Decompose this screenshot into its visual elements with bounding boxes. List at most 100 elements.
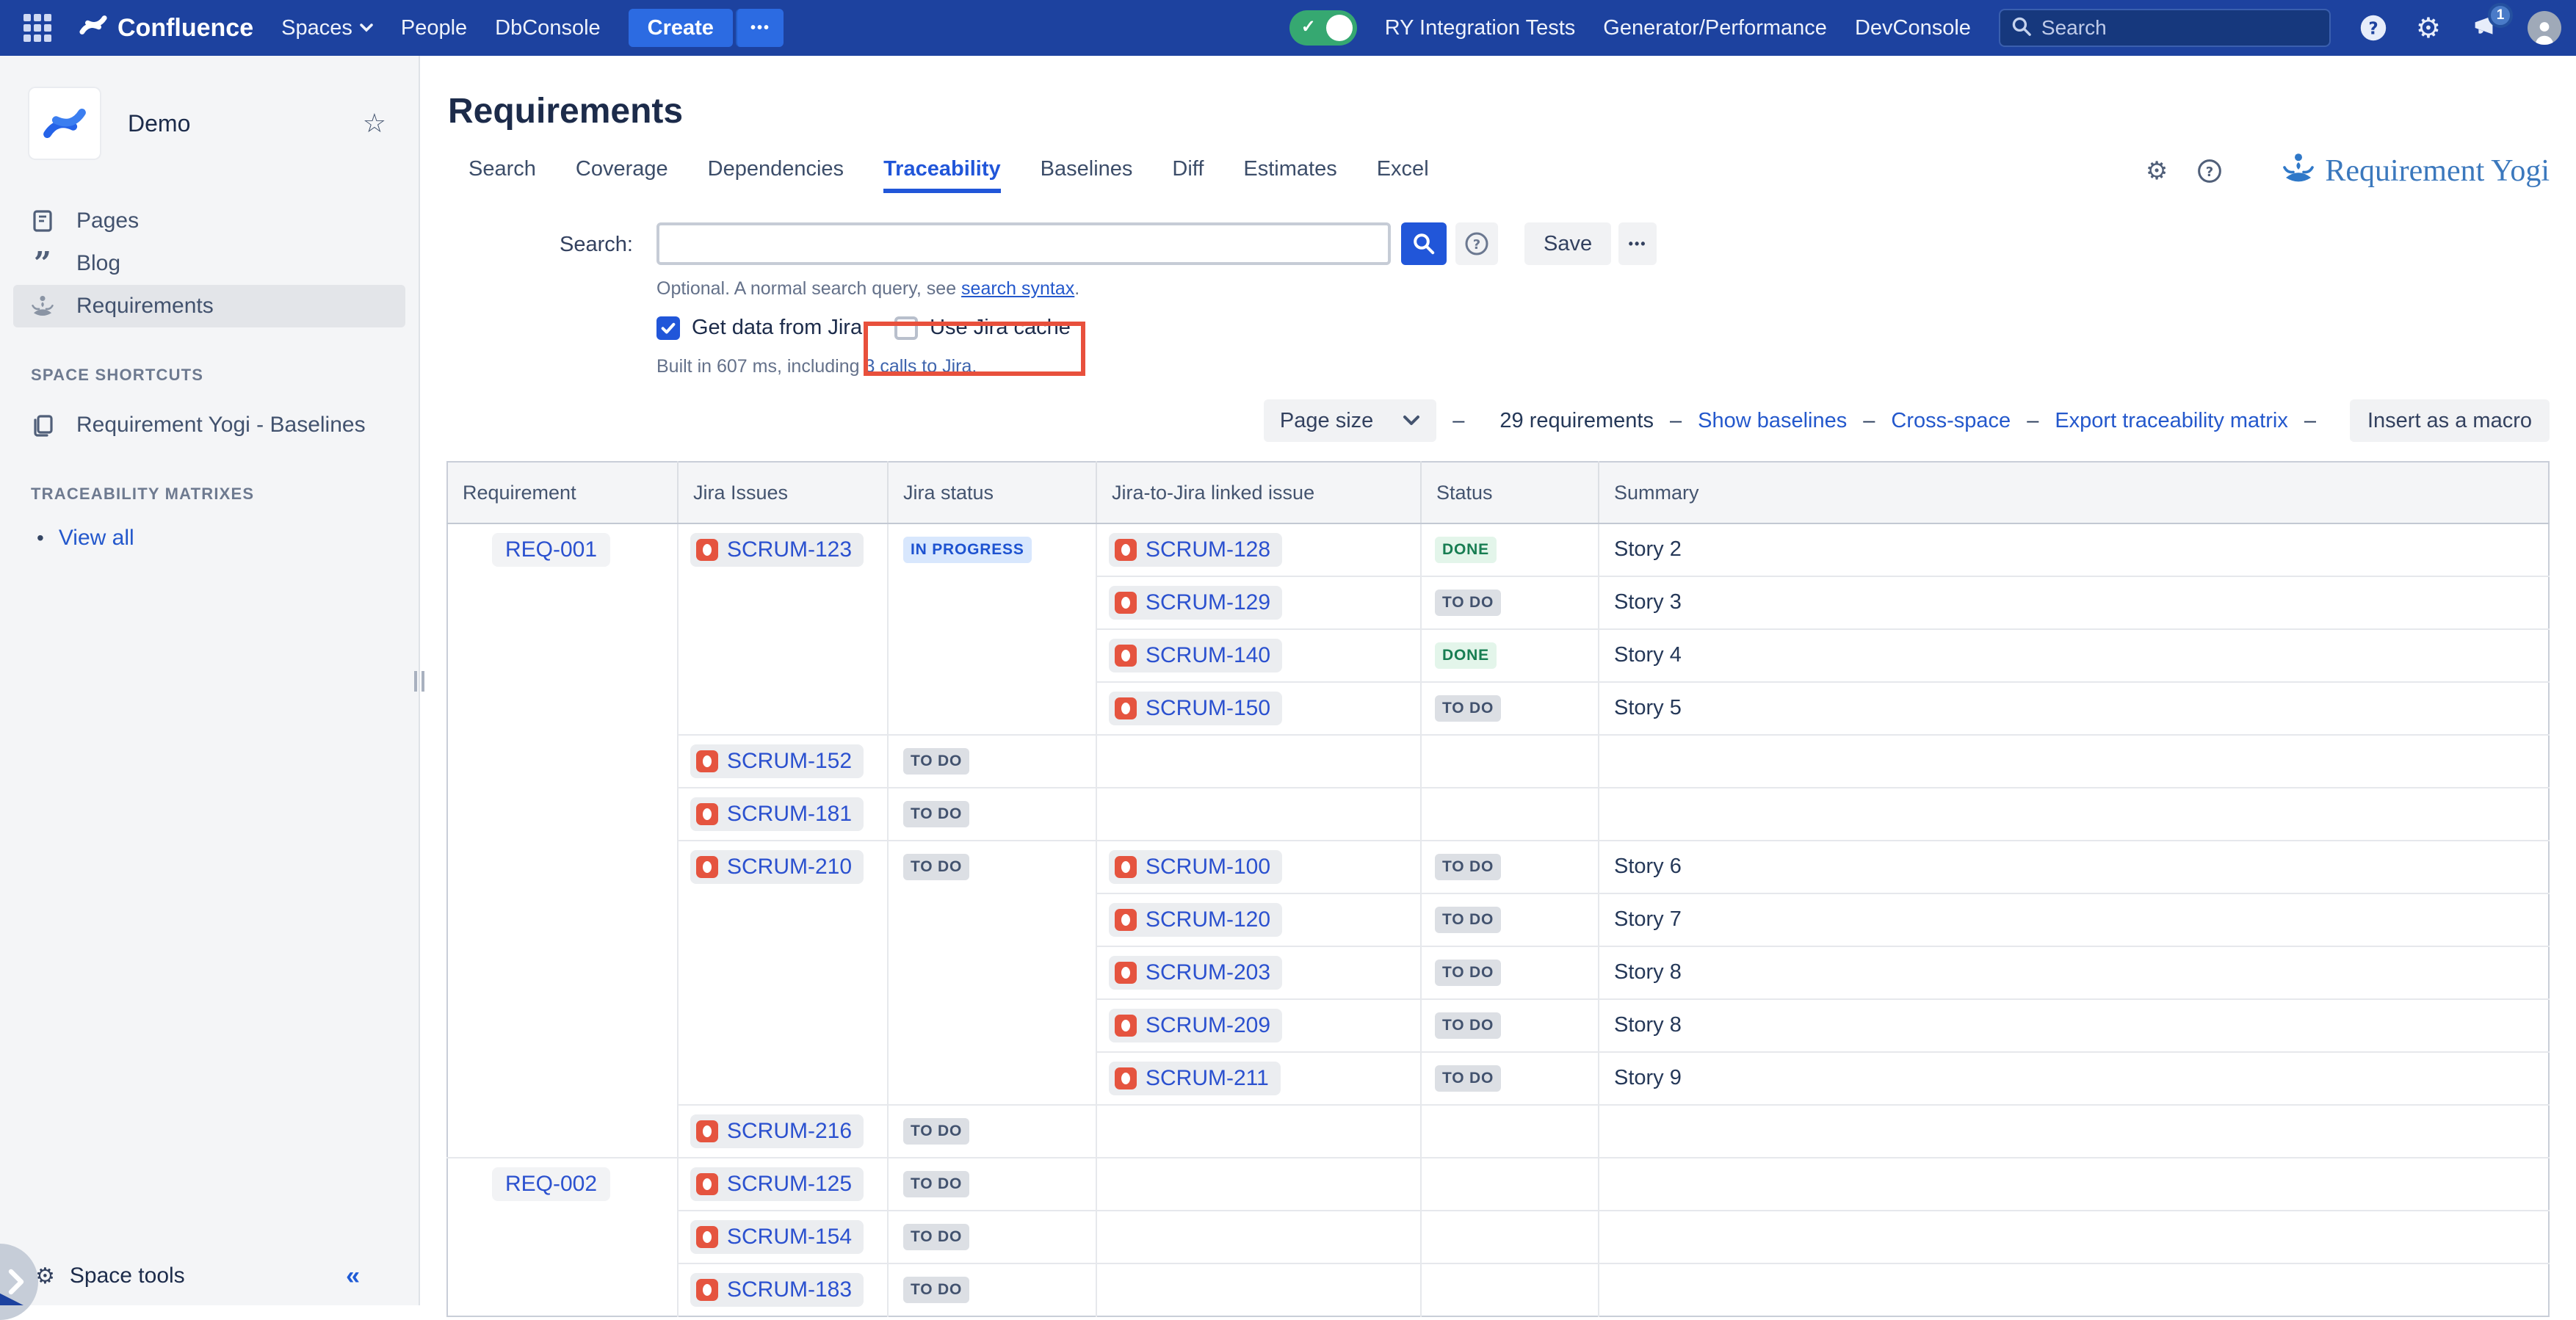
search-syntax-link[interactable]: search syntax — [961, 278, 1074, 299]
settings-gear-icon[interactable]: ⚙ — [2146, 156, 2168, 186]
jira-issue-link[interactable]: SCRUM-209 — [1109, 1009, 1282, 1042]
jira-issue-link[interactable]: SCRUM-129 — [1109, 586, 1282, 620]
jira-issue-link[interactable]: SCRUM-120 — [1109, 903, 1282, 937]
topnav-link-generator-performance[interactable]: Generator/Performance — [1603, 16, 1827, 40]
search-help-button[interactable]: ? — [1455, 222, 1498, 265]
top-navigation: Confluence SpacesPeopleDbConsole Create … — [0, 0, 2576, 56]
save-button[interactable]: Save — [1524, 222, 1611, 265]
status-badge: DONE — [1435, 537, 1497, 563]
notification-badge: 1 — [2488, 3, 2513, 28]
linked-issue-cell — [1096, 1211, 1421, 1263]
jira-issue-link[interactable]: SCRUM-216 — [690, 1114, 864, 1148]
chevron-down-icon — [360, 23, 373, 32]
tab-estimates[interactable]: Estimates — [1243, 157, 1336, 193]
tab-traceability[interactable]: Traceability — [883, 157, 1001, 193]
search-label: Search: — [446, 222, 633, 265]
tab-baselines[interactable]: Baselines — [1041, 157, 1133, 193]
search-hint: Optional. A normal search query, see sea… — [656, 278, 2550, 300]
jira-issue-link[interactable]: SCRUM-210 — [690, 850, 864, 884]
checkbox-row: Get data from Jira Use Jira cache — [656, 316, 2550, 340]
jira-issue-link[interactable]: SCRUM-128 — [1109, 533, 1282, 567]
sidebar-item-blog[interactable]: ”Blog — [0, 242, 419, 285]
linked-status-cell: TO DO — [1421, 1052, 1599, 1105]
create-more-button[interactable]: ••• — [736, 9, 784, 47]
dash-separator: – — [1863, 409, 1875, 433]
space-logo-icon[interactable] — [29, 88, 100, 159]
topnav-link-devconsole[interactable]: DevConsole — [1855, 16, 1971, 40]
export-traceability-matrix-link[interactable]: Export traceability matrix — [2055, 409, 2288, 433]
tab-search[interactable]: Search — [468, 157, 536, 193]
jira-issue-link[interactable]: SCRUM-154 — [690, 1220, 864, 1254]
linked-status-cell: TO DO — [1421, 999, 1599, 1052]
status-badge: TO DO — [903, 1171, 969, 1197]
requirement-link[interactable]: REQ-001 — [492, 533, 610, 567]
jira-issue-link[interactable]: SCRUM-100 — [1109, 850, 1282, 884]
linked-status-cell: TO DO — [1421, 576, 1599, 629]
jira-issue-link[interactable]: SCRUM-125 — [690, 1167, 864, 1201]
jira-issue-cell: SCRUM-152 — [678, 735, 888, 788]
tab-excel[interactable]: Excel — [1377, 157, 1429, 193]
summary-cell — [1599, 1158, 2549, 1211]
results-toolbar: Page size – 29 requirements –Show baseli… — [446, 399, 2550, 442]
confluence-logo[interactable]: Confluence — [79, 12, 253, 45]
jira-issue-link[interactable]: SCRUM-152 — [690, 744, 864, 778]
announcements-icon[interactable]: 1 — [2469, 13, 2500, 43]
linked-status-cell — [1421, 1263, 1599, 1316]
traceability-table: RequirementJira IssuesJira statusJira-to… — [446, 461, 2550, 1317]
view-all-link[interactable]: View all — [59, 526, 134, 551]
collapse-sidebar-icon[interactable]: « — [346, 1262, 360, 1291]
requirement-link[interactable]: REQ-002 — [492, 1167, 610, 1201]
help-icon[interactable]: ? — [2359, 13, 2388, 43]
jira-issue-link[interactable]: SCRUM-150 — [1109, 692, 1282, 725]
status-badge: TO DO — [903, 1277, 969, 1303]
topnav-link-spaces[interactable]: Spaces — [281, 16, 373, 40]
topnav-link-ry-integration-tests[interactable]: RY Integration Tests — [1385, 16, 1576, 40]
topnav-link-people[interactable]: People — [401, 16, 467, 40]
linked-issue-cell: SCRUM-128 — [1096, 523, 1421, 576]
favorite-star-icon[interactable]: ☆ — [363, 109, 386, 139]
sidebar-item-requirement-yogi-baselines[interactable]: Requirement Yogi - Baselines — [0, 404, 419, 446]
show-baselines-link[interactable]: Show baselines — [1698, 409, 1847, 433]
page-size-dropdown[interactable]: Page size — [1264, 399, 1436, 442]
global-search-input[interactable] — [2041, 16, 2291, 40]
sidebar-item-requirements[interactable]: Requirements — [13, 285, 405, 327]
topnav-link-dbconsole[interactable]: DbConsole — [495, 16, 600, 40]
page-title: Requirements — [448, 91, 2550, 131]
insert-as-macro-button[interactable]: Insert as a macro — [2350, 399, 2550, 442]
search-input[interactable] — [656, 222, 1391, 265]
jira-issue-link[interactable]: SCRUM-181 — [690, 797, 864, 831]
get-data-from-jira-checkbox[interactable] — [656, 316, 680, 340]
feature-toggle[interactable]: ✓ — [1289, 10, 1357, 46]
space-tools[interactable]: ⚙ Space tools « — [0, 1247, 419, 1305]
jira-issue-link[interactable]: SCRUM-183 — [690, 1273, 864, 1307]
create-button[interactable]: Create — [629, 9, 733, 47]
search-more-button[interactable]: ••• — [1618, 222, 1657, 265]
search-submit-button[interactable] — [1401, 222, 1447, 265]
requirement-yogi-brand[interactable]: Requirement Yogi — [2281, 152, 2550, 190]
avatar[interactable] — [2528, 11, 2561, 45]
app-switcher-icon[interactable] — [23, 14, 51, 42]
jira-issue-link[interactable]: SCRUM-123 — [690, 533, 864, 567]
status-badge: TO DO — [1435, 960, 1501, 986]
tab-coverage[interactable]: Coverage — [576, 157, 668, 193]
column-header-summary: Summary — [1599, 462, 2549, 523]
use-jira-cache-checkbox[interactable] — [894, 316, 918, 340]
jira-issue-link[interactable]: SCRUM-203 — [1109, 956, 1282, 990]
cross-space-link[interactable]: Cross-space — [1891, 409, 2011, 433]
sidebar-resize-handle[interactable] — [414, 671, 424, 692]
pages-copy-icon — [29, 413, 56, 437]
space-name[interactable]: Demo — [128, 110, 190, 137]
toolbar-links: –Show baselines–Cross-space–Export trace… — [1654, 409, 2332, 433]
linked-issue-cell: SCRUM-211 — [1096, 1052, 1421, 1105]
tab-dependencies[interactable]: Dependencies — [708, 157, 844, 193]
sidebar-item-pages[interactable]: Pages — [0, 200, 419, 242]
use-jira-cache-label: Use Jira cache — [930, 316, 1071, 340]
settings-gear-icon[interactable]: ⚙ — [2416, 12, 2441, 44]
linked-issue-cell: SCRUM-203 — [1096, 946, 1421, 999]
global-search[interactable] — [1999, 9, 2331, 47]
tab-diff[interactable]: Diff — [1172, 157, 1204, 193]
jira-issue-link[interactable]: SCRUM-140 — [1109, 639, 1282, 672]
jira-issue-link[interactable]: SCRUM-211 — [1109, 1062, 1281, 1095]
help-icon[interactable]: ? — [2197, 159, 2222, 184]
jira-issue-type-icon — [1115, 1067, 1137, 1089]
